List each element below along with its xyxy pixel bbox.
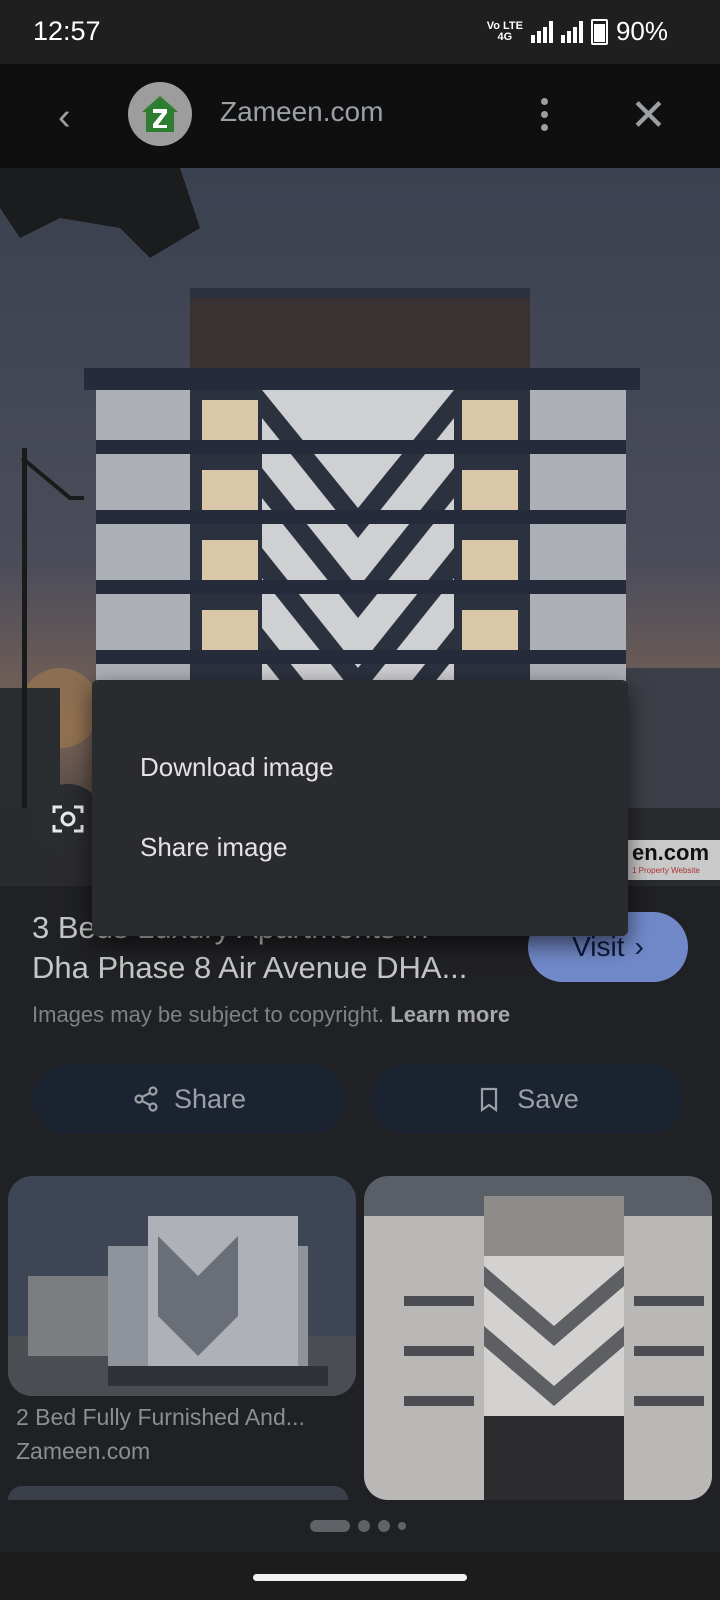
related-image-3 [8, 1486, 348, 1500]
copyright-notice: Images may be subject to copyright. Lear… [32, 1002, 510, 1028]
watermark-text: en.com [632, 840, 710, 865]
status-time: 12:57 [33, 16, 101, 46]
page-indicator [310, 1520, 406, 1532]
close-icon[interactable]: ✕ [630, 94, 667, 138]
learn-more-link[interactable]: Learn more [390, 1002, 510, 1027]
menu-item-download-image[interactable]: Download image [140, 752, 334, 783]
status-icons: Vo LTE 4G 90% [487, 16, 668, 47]
signal-icon [530, 20, 553, 43]
chevron-right-icon: › [634, 931, 644, 962]
viewer-top-bar: ‹ Zameen.com ✕ [0, 64, 720, 168]
pager-dot-active [310, 1520, 350, 1532]
related-thumbnail-partial[interactable] [8, 1486, 348, 1500]
result-title-line-2: Dha Phase 8 Air Avenue DHA... [32, 950, 468, 985]
more-options-icon[interactable] [539, 98, 549, 134]
pager-dot [398, 1522, 406, 1530]
share-icon [134, 1086, 158, 1112]
pager-dot [358, 1520, 370, 1532]
related-image-2 [364, 1176, 712, 1500]
copyright-text: Images may be subject to copyright. [32, 1002, 385, 1027]
context-menu: Download image Share image [92, 680, 628, 936]
share-button-label: Share [173, 1083, 247, 1114]
related-thumbnail[interactable] [8, 1176, 356, 1396]
save-button-label: Save [517, 1083, 579, 1114]
watermark-badge: en.com 1 Property Website [624, 840, 720, 880]
related-image-1 [8, 1176, 356, 1396]
save-button[interactable]: Save [370, 1064, 684, 1134]
battery-percent: 90% [615, 16, 668, 46]
related-thumbnail-2[interactable] [364, 1176, 712, 1500]
system-nav-bar [0, 1552, 720, 1600]
related-caption[interactable]: 2 Bed Fully Furnished And... [16, 1404, 336, 1431]
site-name[interactable]: Zameen.com [220, 96, 383, 128]
related-source: Zameen.com [16, 1438, 151, 1464]
share-button[interactable]: Share [32, 1064, 346, 1134]
watermark-subtext: 1 Property Website [632, 866, 700, 875]
battery-icon [590, 18, 608, 45]
network-type-icon: Vo LTE 4G [487, 20, 523, 43]
status-bar: 12:57 Vo LTE 4G 90% [0, 0, 720, 64]
home-gesture-handle[interactable] [253, 1574, 467, 1581]
pager-dot [378, 1520, 390, 1532]
site-logo[interactable] [128, 82, 192, 146]
back-arrow-icon[interactable]: ‹ [58, 97, 88, 137]
menu-item-share-image[interactable]: Share image [140, 832, 287, 863]
signal-2-icon [560, 20, 583, 43]
network-4g-label: 4G [497, 30, 513, 43]
camera-lens-icon [52, 805, 84, 833]
bookmark-icon [481, 1087, 498, 1113]
house-logo-icon [142, 96, 178, 132]
